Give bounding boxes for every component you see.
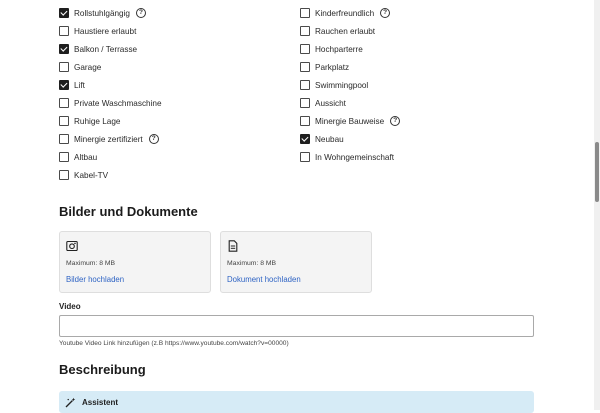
feature-label[interactable]: Hochparterre xyxy=(315,45,363,54)
feature-checkbox[interactable] xyxy=(300,98,310,108)
feature-label[interactable]: Private Waschmaschine xyxy=(74,99,162,108)
feature-option-ruhige-lage[interactable]: Ruhige Lage xyxy=(59,112,162,130)
feature-checkbox[interactable] xyxy=(300,134,310,144)
feature-option-kabel-tv[interactable]: Kabel-TV xyxy=(59,166,162,184)
feature-option-minergie-bauweise[interactable]: Minergie Bauweise? xyxy=(300,112,401,130)
feature-checkbox[interactable] xyxy=(59,134,69,144)
feature-option-altbau[interactable]: Altbau xyxy=(59,148,162,166)
help-icon[interactable]: ? xyxy=(148,134,159,144)
feature-label[interactable]: Minergie zertifiziert xyxy=(74,135,143,144)
feature-label[interactable]: Lift xyxy=(74,81,85,90)
feature-checkbox[interactable] xyxy=(300,116,310,126)
feature-option-garage[interactable]: Garage xyxy=(59,58,162,76)
feature-checkbox[interactable] xyxy=(59,152,69,162)
document-icon xyxy=(228,240,238,252)
video-url-input[interactable] xyxy=(59,315,534,337)
feature-checkbox[interactable] xyxy=(300,80,310,90)
feature-checkbox[interactable] xyxy=(300,62,310,72)
feature-label[interactable]: Parkplatz xyxy=(315,63,349,72)
feature-option-minergie-zertifiziert[interactable]: Minergie zertifiziert? xyxy=(59,130,162,148)
feature-label[interactable]: Swimmingpool xyxy=(315,81,368,90)
help-icon[interactable]: ? xyxy=(136,8,146,18)
feature-checkbox[interactable] xyxy=(300,152,310,162)
feature-option-rauchen-erlaubt[interactable]: Rauchen erlaubt xyxy=(300,22,400,40)
feature-label[interactable]: Aussicht xyxy=(315,99,346,108)
feature-option-rollstuhlg-ngig[interactable]: Rollstuhlgängig? xyxy=(59,4,162,22)
feature-label[interactable]: Rollstuhlgängig xyxy=(74,9,130,18)
feature-checkbox[interactable] xyxy=(59,98,69,108)
document-upload-box[interactable]: Maximum: 8 MB Dokument hochladen xyxy=(220,231,372,293)
feature-label[interactable]: Balkon / Terrasse xyxy=(74,45,137,54)
features-column-left: Rollstuhlgängig? Haustiere erlaubt Balkon … xyxy=(59,4,162,184)
feature-label[interactable]: Rauchen erlaubt xyxy=(315,27,375,36)
feature-checkbox[interactable] xyxy=(300,26,310,36)
feature-label[interactable]: Neubau xyxy=(315,135,344,144)
feature-checkbox[interactable] xyxy=(59,116,69,126)
assistant-label: Assistent xyxy=(82,398,119,407)
magic-wand-icon xyxy=(65,397,76,408)
feature-checkbox[interactable] xyxy=(59,44,69,54)
image-upload-max-size: Maximum: 8 MB xyxy=(66,260,116,267)
document-upload-max-size: Maximum: 8 MB xyxy=(227,260,277,267)
feature-label[interactable]: In Wohngemeinschaft xyxy=(315,153,394,162)
feature-label[interactable]: Haustiere erlaubt xyxy=(74,27,136,36)
feature-label[interactable]: Ruhige Lage xyxy=(74,117,120,126)
feature-option-kinderfreundlich[interactable]: Kinderfreundlich? xyxy=(300,4,400,22)
feature-checkbox[interactable] xyxy=(300,8,310,18)
video-field-hint: Youtube Video Link hinzufügen (z.B https… xyxy=(59,340,289,347)
feature-option-lift[interactable]: Lift xyxy=(59,76,162,94)
feature-checkbox[interactable] xyxy=(59,80,69,90)
feature-checkbox[interactable] xyxy=(59,26,69,36)
feature-checkbox[interactable] xyxy=(59,62,69,72)
image-upload-box[interactable]: Maximum: 8 MB Bilder hochladen xyxy=(59,231,211,293)
upload-images-link[interactable]: Bilder hochladen xyxy=(66,275,124,284)
help-icon[interactable]: ? xyxy=(390,116,401,126)
feature-option-in-wohngemeinschaft[interactable]: In Wohngemeinschaft xyxy=(300,148,400,166)
page-scrollbar[interactable] xyxy=(594,0,600,410)
feature-checkbox[interactable] xyxy=(300,44,310,54)
feature-option-neubau[interactable]: Neubau xyxy=(300,130,400,148)
feature-option-balkon-terrasse[interactable]: Balkon / Terrasse xyxy=(59,40,162,58)
media-section-title: Bilder und Dokumente xyxy=(59,204,198,219)
feature-option-parkplatz[interactable]: Parkplatz xyxy=(300,58,400,76)
camera-icon xyxy=(66,240,78,252)
feature-checkbox[interactable] xyxy=(59,8,69,18)
video-field-label: Video xyxy=(59,302,81,311)
feature-option-haustiere-erlaubt[interactable]: Haustiere erlaubt xyxy=(59,22,162,40)
help-icon[interactable]: ? xyxy=(380,8,391,18)
feature-label[interactable]: Kabel-TV xyxy=(74,171,108,180)
feature-label[interactable]: Altbau xyxy=(74,153,97,162)
feature-checkbox[interactable] xyxy=(59,170,69,180)
feature-option-swimmingpool[interactable]: Swimmingpool xyxy=(300,76,400,94)
feature-label[interactable]: Minergie Bauweise xyxy=(315,117,384,126)
upload-document-link[interactable]: Dokument hochladen xyxy=(227,275,301,284)
feature-label[interactable]: Garage xyxy=(74,63,101,72)
features-column-right: Kinderfreundlich? Rauchen erlaubt Hochpart… xyxy=(300,4,401,166)
scrollbar-thumb[interactable] xyxy=(595,142,599,202)
feature-option-aussicht[interactable]: Aussicht xyxy=(300,94,400,112)
feature-option-private-waschmaschine[interactable]: Private Waschmaschine xyxy=(59,94,162,112)
feature-option-hochparterre[interactable]: Hochparterre xyxy=(300,40,400,58)
feature-label[interactable]: Kinderfreundlich xyxy=(315,9,374,18)
description-section-title: Beschreibung xyxy=(59,362,146,377)
